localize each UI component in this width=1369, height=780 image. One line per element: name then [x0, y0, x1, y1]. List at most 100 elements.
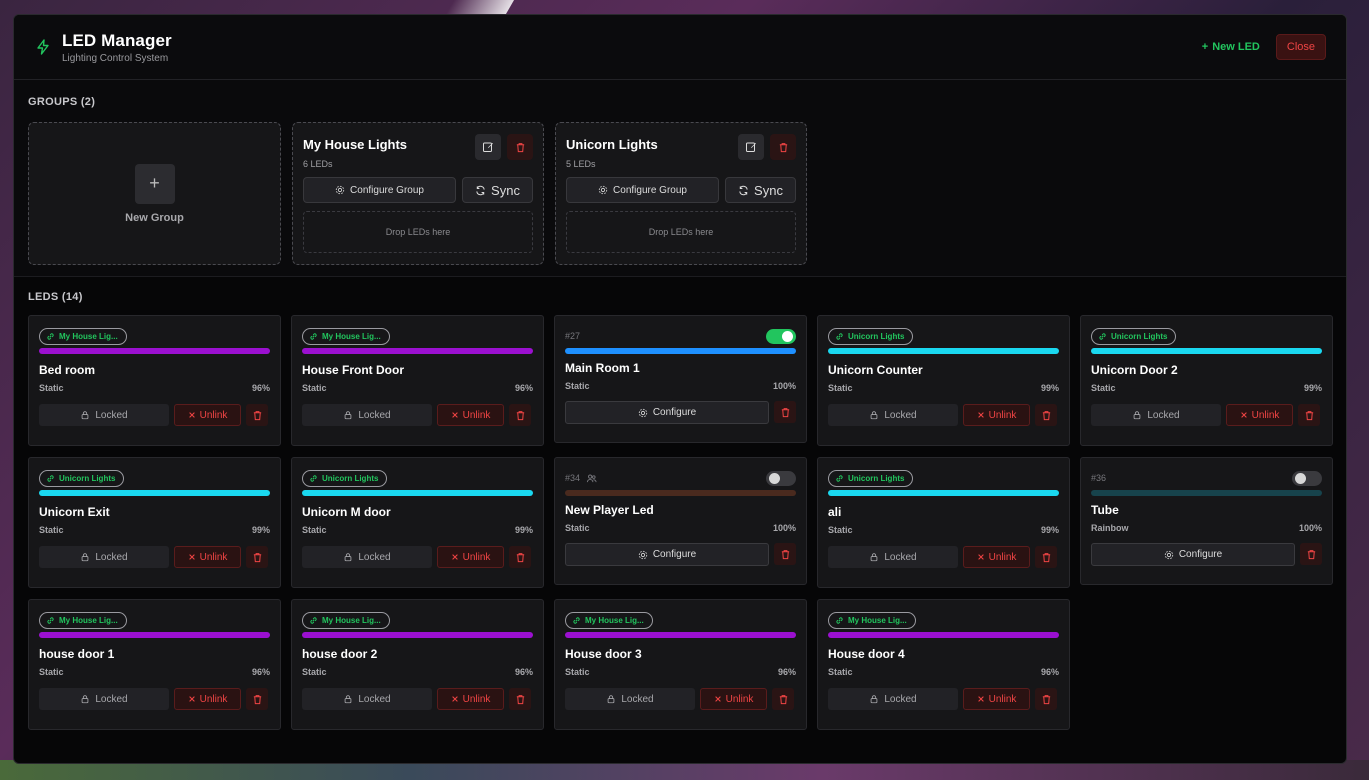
power-toggle[interactable]: [766, 470, 796, 486]
led-card[interactable]: Unicorn Lights Unicorn Exit Static 99% L…: [28, 457, 281, 588]
unlink-button[interactable]: Unlink: [437, 546, 504, 568]
led-card[interactable]: My House Lig... house door 2 Static 96% …: [291, 599, 544, 730]
led-meta: Static 96%: [565, 667, 796, 677]
led-actions: Locked Unlink: [39, 546, 270, 568]
group-badge[interactable]: Unicorn Lights: [39, 469, 125, 487]
led-name: house door 2: [302, 647, 378, 661]
led-meta: Static 96%: [39, 667, 270, 677]
locked-button[interactable]: Locked: [1091, 404, 1221, 426]
power-toggle[interactable]: [766, 328, 796, 344]
led-card[interactable]: My House Lig... Bed room Static 96% Lock…: [28, 315, 281, 446]
locked-label: Locked: [95, 693, 128, 705]
new-group-card[interactable]: + New Group: [28, 122, 281, 265]
configure-group-button[interactable]: Configure Group: [303, 177, 456, 203]
edit-group-button[interactable]: [475, 134, 501, 160]
configure-group-button[interactable]: Configure Group: [566, 177, 719, 203]
delete-led-button[interactable]: [1298, 404, 1320, 426]
group-badge[interactable]: Unicorn Lights: [1091, 327, 1177, 345]
led-card[interactable]: Unicorn Lights ali Static 99% Locked Unl…: [817, 457, 1070, 588]
unlink-button[interactable]: Unlink: [963, 688, 1030, 710]
unlink-button[interactable]: Unlink: [174, 688, 241, 710]
locked-button[interactable]: Locked: [565, 688, 695, 710]
led-card[interactable]: #36 Tube Rainbow 100% Configure: [1080, 457, 1333, 585]
unlink-button[interactable]: Unlink: [1226, 404, 1293, 426]
locked-button[interactable]: Locked: [828, 404, 958, 426]
trash-icon: [780, 407, 791, 418]
drop-zone[interactable]: Drop LEDs here: [566, 211, 796, 253]
delete-led-button[interactable]: [1300, 543, 1322, 565]
locked-button[interactable]: Locked: [302, 688, 432, 710]
led-name: Unicorn Exit: [39, 505, 110, 519]
delete-led-button[interactable]: [246, 404, 268, 426]
locked-button[interactable]: Locked: [302, 404, 432, 426]
led-card[interactable]: #34 New Player Led Static 100% Configure: [554, 457, 807, 585]
locked-button[interactable]: Locked: [828, 546, 958, 568]
led-brightness: 99%: [1040, 383, 1059, 393]
delete-group-button[interactable]: [770, 134, 796, 160]
delete-group-button[interactable]: [507, 134, 533, 160]
led-card[interactable]: My House Lig... house door 1 Static 96% …: [28, 599, 281, 730]
configure-button[interactable]: Configure: [565, 401, 769, 424]
delete-led-button[interactable]: [1035, 404, 1057, 426]
delete-led-button[interactable]: [774, 543, 796, 565]
group-badge[interactable]: My House Lig...: [565, 611, 653, 629]
led-card[interactable]: Unicorn Lights Unicorn M door Static 99%…: [291, 457, 544, 588]
group-badge[interactable]: My House Lig...: [828, 611, 916, 629]
configure-button[interactable]: Configure: [565, 543, 769, 566]
led-card[interactable]: My House Lig... House Front Door Static …: [291, 315, 544, 446]
delete-led-button[interactable]: [774, 401, 796, 423]
unlink-button[interactable]: Unlink: [700, 688, 767, 710]
led-card[interactable]: My House Lig... House door 4 Static 96% …: [817, 599, 1070, 730]
delete-led-button[interactable]: [246, 546, 268, 568]
drop-zone[interactable]: Drop LEDs here: [303, 211, 533, 253]
led-mode: Static: [565, 523, 590, 533]
group-badge-label: My House Lig...: [59, 615, 118, 625]
close-icon: [714, 695, 722, 703]
delete-led-button[interactable]: [509, 546, 531, 568]
new-led-button[interactable]: + New LED: [1202, 41, 1260, 53]
configure-button[interactable]: Configure: [1091, 543, 1295, 566]
sync-button[interactable]: Sync: [725, 177, 796, 203]
group-led-count: 6 LEDs: [303, 159, 333, 169]
unlink-button[interactable]: Unlink: [963, 546, 1030, 568]
delete-led-button[interactable]: [246, 688, 268, 710]
group-badge[interactable]: My House Lig...: [39, 611, 127, 629]
power-toggle[interactable]: [1292, 470, 1322, 486]
led-manager-modal: LED Manager Lighting Control System + Ne…: [13, 14, 1347, 764]
led-card[interactable]: #27 Main Room 1 Static 100% Configure: [554, 315, 807, 443]
unlink-button[interactable]: Unlink: [437, 404, 504, 426]
group-badge[interactable]: My House Lig...: [302, 611, 390, 629]
delete-led-button[interactable]: [1035, 546, 1057, 568]
unlink-button[interactable]: Unlink: [963, 404, 1030, 426]
led-card[interactable]: My House Lig... House door 3 Static 96% …: [554, 599, 807, 730]
delete-led-button[interactable]: [509, 688, 531, 710]
led-name: ali: [828, 505, 842, 519]
gear-icon: [598, 185, 608, 195]
led-meta: Static 99%: [828, 525, 1059, 535]
led-card[interactable]: Unicorn Lights Unicorn Counter Static 99…: [817, 315, 1070, 446]
led-actions: Locked Unlink: [565, 688, 796, 710]
close-button[interactable]: Close: [1275, 34, 1326, 60]
led-card[interactable]: Unicorn Lights Unicorn Door 2 Static 99%…: [1080, 315, 1333, 446]
locked-button[interactable]: Locked: [39, 404, 169, 426]
edit-group-button[interactable]: [738, 134, 764, 160]
delete-led-button[interactable]: [1035, 688, 1057, 710]
sync-button[interactable]: Sync: [462, 177, 533, 203]
unlink-button[interactable]: Unlink: [174, 546, 241, 568]
group-badge[interactable]: Unicorn Lights: [828, 327, 914, 345]
delete-led-button[interactable]: [772, 688, 794, 710]
locked-button[interactable]: Locked: [39, 546, 169, 568]
group-badge[interactable]: Unicorn Lights: [828, 469, 914, 487]
locked-button[interactable]: Locked: [828, 688, 958, 710]
led-card-top: Unicorn Lights: [828, 327, 1059, 345]
toggle-knob: [1295, 472, 1306, 484]
locked-button[interactable]: Locked: [39, 688, 169, 710]
delete-led-button[interactable]: [509, 404, 531, 426]
group-badge[interactable]: My House Lig...: [39, 327, 127, 345]
led-color-bar: [565, 632, 796, 638]
unlink-button[interactable]: Unlink: [437, 688, 504, 710]
group-badge[interactable]: Unicorn Lights: [302, 469, 388, 487]
unlink-button[interactable]: Unlink: [174, 404, 241, 426]
locked-button[interactable]: Locked: [302, 546, 432, 568]
group-badge[interactable]: My House Lig...: [302, 327, 390, 345]
